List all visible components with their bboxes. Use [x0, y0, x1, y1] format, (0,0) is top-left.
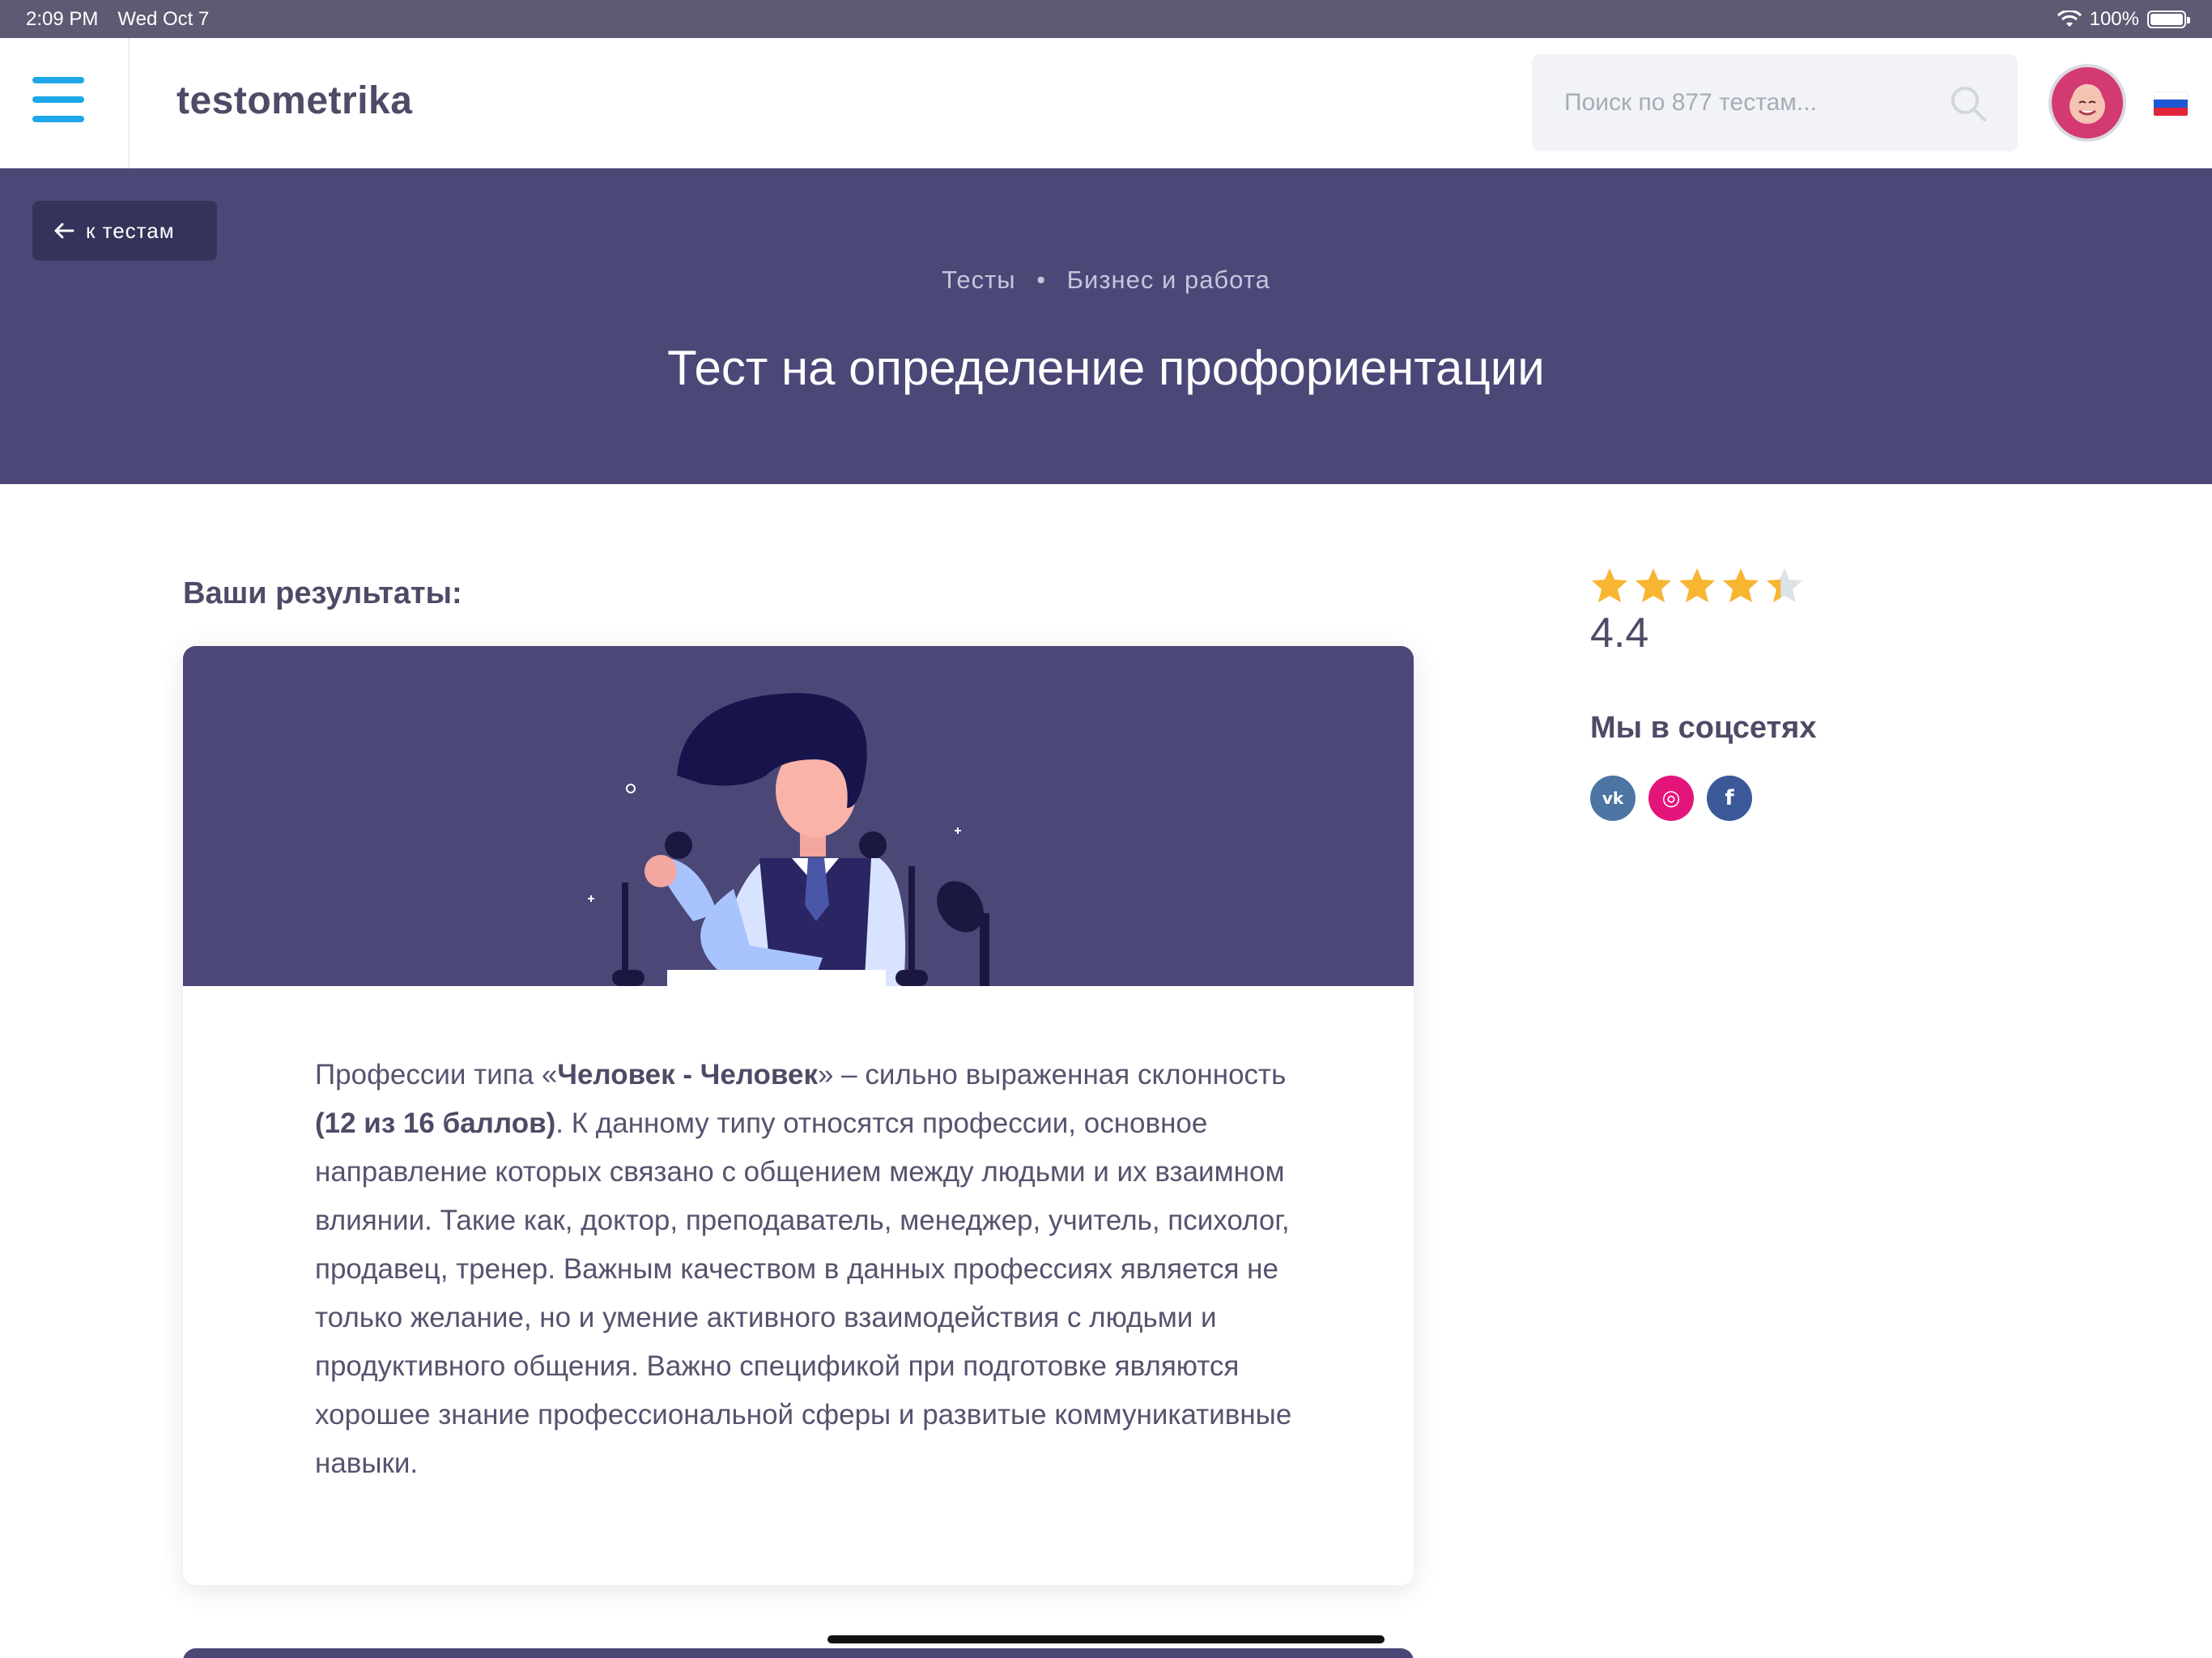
breadcrumb-category[interactable]: Бизнес и работа	[1067, 266, 1270, 294]
status-date: Wed Oct 7	[117, 7, 210, 30]
status-right: 100%	[2057, 7, 2190, 31]
result-card: Профессии типа «Человек - Человек» – сил…	[183, 646, 1414, 1585]
page-title: Тест на определение профориентации	[667, 341, 1545, 395]
wifi-icon	[2057, 10, 2082, 27]
language-flag-ru-icon[interactable]	[2154, 91, 2188, 116]
result-text-part: Профессии типа «	[315, 1059, 558, 1090]
header-divider	[128, 38, 130, 168]
star-icon[interactable]	[1721, 567, 1760, 604]
breadcrumb: Тесты • Бизнес и работа	[0, 266, 2212, 295]
star-icon[interactable]	[1590, 567, 1629, 604]
vk-icon[interactable]: vk	[1590, 776, 1636, 821]
result-type: Человек - Человек	[557, 1059, 818, 1090]
search-box	[1532, 54, 2018, 151]
battery-percent: 100%	[2089, 7, 2139, 30]
avatar-face-icon	[2069, 88, 2105, 124]
search-input[interactable]	[1532, 54, 2018, 151]
breadcrumb-tests[interactable]: Тесты	[942, 266, 1015, 294]
battery-icon	[2147, 10, 2190, 28]
test-hero: к тестам Тесты • Бизнес и работа Тест на…	[0, 168, 2212, 484]
speaker-illustration	[183, 646, 1414, 986]
social-links: vk ◎ f	[1590, 776, 1752, 821]
result-text-part: . К данному типу относятся профессии, ос…	[315, 1107, 1292, 1479]
back-to-tests-button[interactable]: к тестам	[32, 201, 217, 261]
star-icon[interactable]	[1765, 567, 1804, 604]
home-indicator	[827, 1635, 1385, 1643]
page: 2:09 PM Wed Oct 7 100% testometrika Поис…	[0, 0, 2212, 1658]
hamburger-menu-icon[interactable]	[32, 77, 84, 122]
arrow-left-icon	[54, 223, 74, 239]
rating-stars[interactable]	[1590, 567, 1804, 604]
instagram-icon[interactable]: ◎	[1648, 776, 1694, 821]
rating-value: 4.4	[1590, 610, 1649, 657]
status-time: 2:09 PM	[26, 7, 99, 30]
social-heading: Мы в соцсетях	[1590, 711, 1817, 745]
site-logo[interactable]: testometrika	[177, 79, 412, 123]
back-label: к тестам	[86, 218, 175, 243]
star-icon[interactable]	[1634, 567, 1673, 604]
user-avatar[interactable]	[2048, 64, 2126, 142]
search-icon[interactable]	[1948, 83, 1989, 124]
result-description: Профессии типа «Человек - Человек» – сил…	[315, 1051, 1303, 1488]
next-result-card	[183, 1648, 1414, 1658]
results-heading: Ваши результаты:	[183, 576, 462, 610]
site-header: testometrika	[0, 38, 2212, 168]
result-text-part: » – сильно выраженная склонность	[817, 1059, 1287, 1090]
status-bar: 2:09 PM Wed Oct 7 100%	[0, 0, 2212, 38]
star-icon[interactable]	[1678, 567, 1716, 604]
breadcrumb-separator: •	[1036, 266, 1047, 294]
facebook-icon[interactable]: f	[1707, 776, 1752, 821]
result-score: (12 из 16 баллов)	[315, 1107, 556, 1139]
